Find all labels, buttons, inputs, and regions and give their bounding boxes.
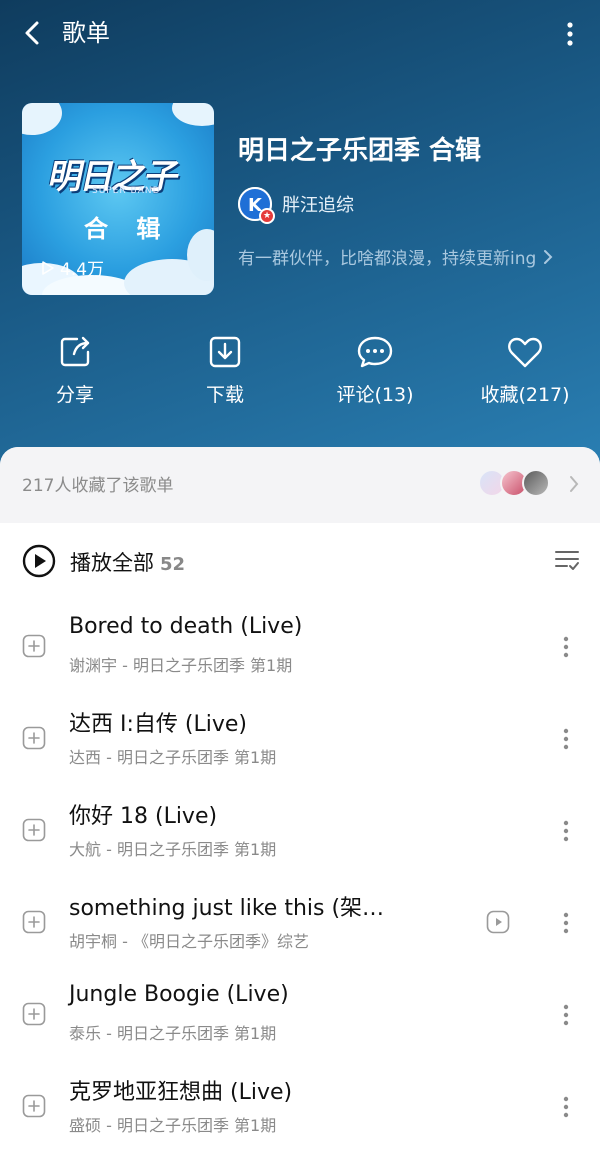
playlist-cover[interactable]: 明日之子 SUPER BAND 合 辑 4.4万 (22, 103, 214, 295)
play-count-icon (42, 260, 54, 275)
collectors-text: 217人收藏了该歌单 (22, 476, 174, 496)
chevron-right-icon (544, 249, 553, 264)
song-title: Bored to death (Live) (69, 614, 303, 639)
song-subtitle: 谢渊宇 - 明日之子乐团季 第1期 (69, 656, 293, 675)
multi-select-icon[interactable] (554, 547, 580, 573)
play-count: 4.4万 (40, 255, 104, 280)
song-subtitle: 大航 - 明日之子乐团季 第1期 (69, 840, 277, 859)
add-to-playlist-icon[interactable] (22, 1002, 46, 1026)
song-row[interactable]: 克罗地亚狂想曲 (Live) 盛硕 - 明日之子乐团季 第1期 (0, 1062, 600, 1148)
comment-button[interactable]: 评论(13) (300, 334, 450, 407)
top-bar: 歌单 (0, 0, 600, 70)
add-to-playlist-icon[interactable] (22, 634, 46, 658)
play-count-value: 4.4万 (60, 260, 105, 280)
song-title: 你好 18 (Live) (69, 804, 218, 829)
song-more-icon[interactable] (556, 724, 576, 754)
add-to-playlist-icon[interactable] (22, 726, 46, 750)
more-options-icon[interactable] (558, 18, 582, 52)
creator-avatar[interactable]: K ★ (238, 187, 275, 224)
song-more-icon[interactable] (556, 1092, 576, 1122)
song-subtitle: 盛硕 - 明日之子乐团季 第1期 (69, 1116, 277, 1135)
song-title: Jungle Boogie (Live) (69, 982, 289, 1007)
song-more-icon[interactable] (556, 908, 576, 938)
song-row[interactable]: Bored to death (Live) 谢渊宇 - 明日之子乐团季 第1期 (0, 602, 600, 688)
download-icon (209, 336, 241, 368)
mv-icon[interactable] (486, 910, 510, 934)
song-title: 克罗地亚狂想曲 (Live) (69, 1080, 293, 1105)
song-row[interactable]: 达西 I:自传 (Live) 达西 - 明日之子乐团季 第1期 (0, 694, 600, 780)
playlist-header: 歌单 明日之子 SUPER BAND 合 辑 4.4万 明日之子乐团季 合辑 K… (0, 0, 600, 470)
heart-icon (508, 337, 542, 368)
add-to-playlist-icon[interactable] (22, 1094, 46, 1118)
song-title: something just like this (架… (69, 896, 385, 921)
favorite-button[interactable]: 收藏(217) (450, 334, 600, 407)
song-more-icon[interactable] (556, 1000, 576, 1030)
comment-icon (357, 336, 393, 368)
song-count: 52 (160, 554, 186, 575)
page-title: 歌单 (62, 19, 110, 47)
share-button[interactable]: 分享 (0, 334, 150, 407)
favorite-label: 收藏(217) (480, 384, 570, 406)
download-button[interactable]: 下载 (150, 334, 300, 407)
play-all-text: 播放全部 (70, 551, 154, 575)
song-more-icon[interactable] (556, 816, 576, 846)
download-label: 下载 (205, 384, 244, 406)
song-row[interactable]: Jungle Boogie (Live) 泰乐 - 明日之子乐团季 第1期 (0, 970, 600, 1056)
add-to-playlist-icon[interactable] (22, 818, 46, 842)
verified-badge-icon: ★ (259, 208, 275, 224)
playlist-title: 明日之子乐团季 合辑 (238, 136, 482, 166)
play-all-icon[interactable] (22, 544, 56, 578)
song-row[interactable]: something just like this (架… 胡宇桐 - 《明日之子乐… (0, 878, 600, 964)
cover-label: 合 辑 (84, 215, 171, 243)
back-icon[interactable] (16, 16, 50, 50)
cover-subtext: SUPER BAND (92, 186, 161, 196)
song-list-card: 217人收藏了该歌单 播放全部 52 Bored to death (Live) 谢… (0, 447, 600, 1161)
chevron-right-icon (570, 476, 579, 492)
avatar (522, 469, 550, 497)
add-to-playlist-icon[interactable] (22, 910, 46, 934)
creator[interactable]: K ★ 胖汪追综 (238, 186, 354, 224)
song-subtitle: 达西 - 明日之子乐团季 第1期 (69, 748, 277, 767)
creator-name[interactable]: 胖汪追综 (282, 191, 354, 217)
comment-label: 评论(13) (336, 384, 414, 406)
collectors-bar[interactable]: 217人收藏了该歌单 (0, 447, 600, 523)
description-text: 有一群伙伴，比啥都浪漫，持续更新ing (238, 249, 537, 269)
share-label: 分享 (55, 384, 94, 406)
song-subtitle: 胡宇桐 - 《明日之子乐团季》综艺 (69, 932, 309, 951)
song-subtitle: 泰乐 - 明日之子乐团季 第1期 (69, 1024, 277, 1043)
share-icon (60, 336, 90, 367)
play-all-row[interactable]: 播放全部 52 (0, 539, 600, 583)
playlist-description[interactable]: 有一群伙伴，比啥都浪漫，持续更新ing (238, 244, 554, 269)
action-bar: 分享 下载 评论(13) 收藏(217) (0, 334, 600, 424)
play-all-label: 播放全部 52 (70, 547, 185, 577)
song-more-icon[interactable] (556, 632, 576, 662)
song-title: 达西 I:自传 (Live) (69, 712, 247, 737)
collector-avatars (478, 469, 550, 499)
song-row[interactable]: 你好 18 (Live) 大航 - 明日之子乐团季 第1期 (0, 786, 600, 872)
